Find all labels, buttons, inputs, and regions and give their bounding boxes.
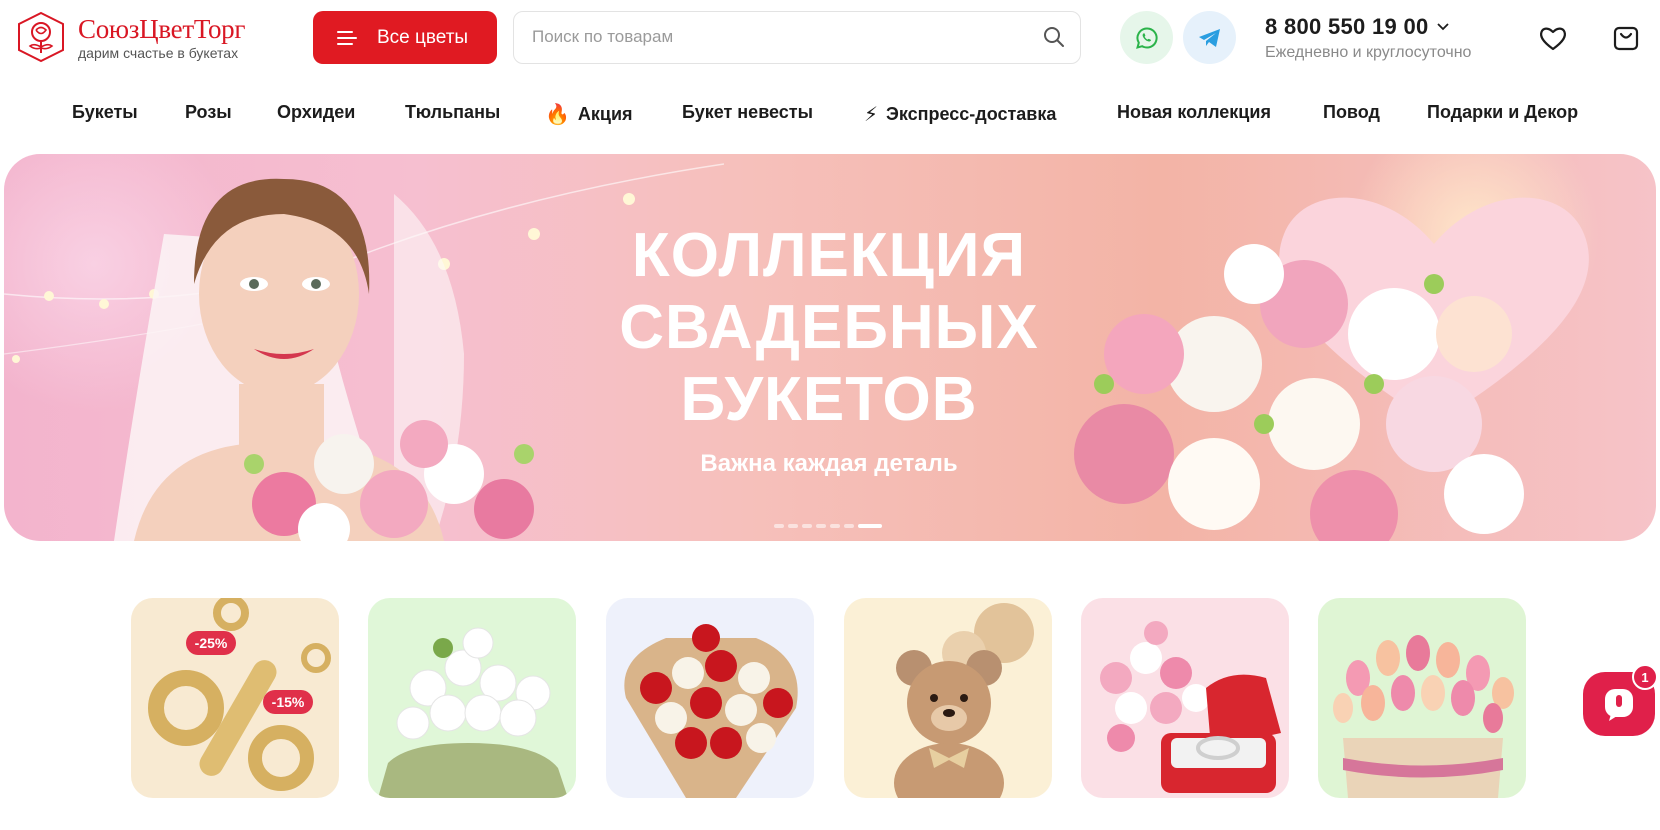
all-flowers-label: Все цветы (377, 26, 469, 48)
bag-icon (1613, 26, 1639, 51)
main-nav: Букеты Розы Орхидеи Тюльпаны 🔥 Акция Буке… (0, 96, 1660, 130)
hero-subtitle: Важна каждая деталь (700, 450, 958, 477)
all-flowers-button[interactable]: Все цветы (313, 11, 497, 64)
hero-title-line: СВАДЕБНЫХ (619, 293, 1039, 362)
white-roses-car-image (378, 627, 568, 798)
phone-hours: Ежедневно и круглосуточно (1265, 44, 1472, 61)
nav-label: Повод (1323, 102, 1380, 122)
rose-logo-icon (18, 11, 64, 63)
sale-balloons-image: -25% -15% (148, 598, 331, 791)
nav-item-sale[interactable]: 🔥 Акция (545, 102, 633, 127)
nav-item-roses[interactable]: Розы (185, 102, 232, 123)
bridal-bouquet-image (244, 420, 534, 541)
chat-icon (1605, 689, 1633, 721)
brand-name: СоюзЦветТорг (78, 13, 246, 44)
slider-dot[interactable] (788, 524, 798, 528)
category-tulips[interactable] (1318, 598, 1526, 798)
discount-badge: -25% (195, 635, 228, 651)
teddy-bear-image (894, 603, 1034, 798)
heart-icon (1540, 27, 1566, 51)
slider-dot[interactable] (802, 524, 812, 528)
nav-label: Экспресс-доставка (886, 104, 1057, 124)
slider-dot[interactable] (774, 524, 784, 528)
header: СоюзЦветТорг дарим счастье в букетах Все… (0, 0, 1660, 76)
nav-item-orchids[interactable]: Орхидеи (277, 102, 355, 123)
nav-item-new-collection[interactable]: Новая коллекция (1117, 102, 1271, 123)
category-white-roses[interactable] (368, 598, 576, 798)
nav-label: Новая коллекция (1117, 102, 1271, 122)
hero-title-line: БУКЕТОВ (680, 365, 978, 434)
phone-block[interactable]: 8 800 550 19 00 Ежедневно и круглосуточн… (1265, 14, 1471, 62)
phone-number[interactable]: 8 800 550 19 00 (1265, 14, 1429, 40)
nav-label: Акция (577, 104, 633, 124)
lightning-icon: ⚡ (864, 104, 879, 126)
telegram-button[interactable] (1183, 11, 1236, 64)
nav-item-bouquets[interactable]: Букеты (72, 102, 138, 123)
telegram-icon (1198, 28, 1220, 47)
nav-label: Орхидеи (277, 102, 356, 122)
hero-title-line: КОЛЛЕКЦИЯ (631, 221, 1027, 290)
ring-box-bouquet-image (1100, 621, 1281, 793)
favorites-button[interactable] (1537, 22, 1569, 54)
nav-label: Тюльпаны (405, 102, 501, 122)
brand-tagline: дарим счастье в букетах (78, 44, 239, 61)
slider-dot[interactable] (816, 524, 826, 528)
category-red-white-roses[interactable] (606, 598, 814, 798)
search-input[interactable] (532, 12, 1022, 62)
chevron-down-icon[interactable] (1436, 23, 1449, 31)
cart-button[interactable] (1610, 22, 1642, 54)
search-box (513, 11, 1081, 64)
whatsapp-button[interactable] (1120, 11, 1173, 64)
nav-item-gifts[interactable]: Подарки и Декор (1427, 102, 1578, 123)
slider-dots (774, 524, 882, 528)
nav-label: Розы (185, 102, 232, 122)
nav-label: Букеты (72, 102, 138, 122)
nav-item-bridal[interactable]: Букет невесты (682, 102, 813, 123)
nav-label: Букет невесты (682, 102, 813, 122)
slider-dot[interactable] (830, 524, 840, 528)
menu-icon (337, 30, 357, 45)
chat-notification-badge: 1 (1632, 664, 1658, 690)
category-gifts-teddy[interactable] (844, 598, 1052, 798)
discount-badge: -15% (272, 694, 305, 710)
category-proposal[interactable] (1081, 598, 1289, 798)
tulips-box-image (1333, 635, 1514, 798)
nav-item-tulips[interactable]: Тюльпаны (405, 102, 500, 123)
slider-dot[interactable] (844, 524, 854, 528)
hero-title: КОЛЛЕКЦИЯ СВАДЕБНЫХ БУКЕТОВ (564, 220, 1094, 436)
nav-label: Подарки и Декор (1427, 102, 1579, 122)
red-white-roses-image (624, 624, 798, 798)
whatsapp-icon (1135, 26, 1158, 49)
fire-icon: 🔥 (545, 104, 570, 126)
nav-item-occasion[interactable]: Повод (1323, 102, 1380, 123)
slider-dot-active[interactable] (858, 524, 882, 528)
logo[interactable]: СоюзЦветТорг дарим счастье в букетах (14, 10, 245, 64)
nav-item-express[interactable]: ⚡ Экспресс-доставка (864, 102, 1056, 127)
search-icon[interactable] (1042, 25, 1066, 49)
hero-banner[interactable]: КОЛЛЕКЦИЯ СВАДЕБНЫХ БУКЕТОВ Важна каждая… (4, 154, 1656, 541)
category-sale[interactable]: -25% -15% (131, 598, 339, 798)
